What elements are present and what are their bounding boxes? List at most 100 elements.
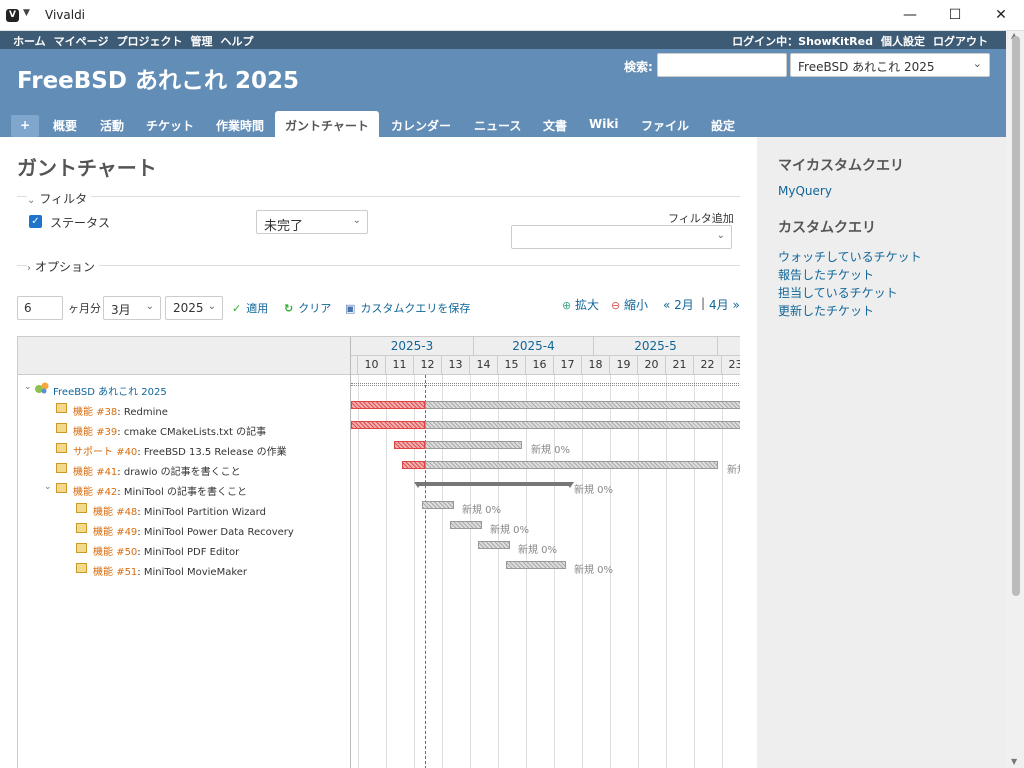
close-button[interactable]: ✕ [986, 4, 1016, 26]
gantt-month-header[interactable]: 2025-3 [351, 337, 474, 356]
gantt-bar[interactable] [450, 521, 482, 529]
chevron-down-icon: ⌄ [207, 301, 216, 312]
top-menu-home[interactable]: ホーム [13, 35, 46, 48]
add-filter-select[interactable]: ⌄ [511, 225, 732, 249]
tab-new-object[interactable]: + [11, 115, 39, 137]
save-query-button[interactable]: ▣ カスタムクエリを保存 [345, 300, 470, 316]
issue-link[interactable]: 機能 #49 [93, 527, 137, 538]
search-input[interactable] [657, 53, 787, 77]
issue-link[interactable]: 機能 #41 [73, 467, 117, 478]
gantt-bar-late[interactable] [394, 441, 425, 449]
tab-overview[interactable]: 概要 [53, 111, 77, 137]
issue-link[interactable]: サポート #40 [73, 447, 137, 458]
zoom-in-button[interactable]: ⊕ 拡大 [562, 296, 599, 313]
zoom-out-button[interactable]: ⊖ 縮小 [611, 296, 648, 313]
previous-period-link[interactable]: « 2月 [663, 296, 694, 313]
vivaldi-logo-icon[interactable]: V [6, 9, 19, 22]
gantt-week-line [386, 375, 387, 768]
gantt-month-header[interactable]: 2025-4 [474, 337, 594, 356]
next-period-link[interactable]: 4月 » [709, 296, 740, 313]
tab-files[interactable]: ファイル [641, 111, 689, 137]
login-user-link[interactable]: ShowKitRed [798, 35, 873, 48]
page-scrollbar[interactable]: ▲ ▼ [1006, 31, 1024, 768]
chevron-down-icon[interactable]: ⌄ [44, 482, 52, 492]
gantt-week-header-partial [351, 356, 358, 375]
tab-documents[interactable]: 文書 [543, 111, 567, 137]
clear-button[interactable]: ↻ クリア [284, 300, 331, 316]
filter-legend[interactable]: ⌄ フィルタ [27, 190, 92, 207]
issue-subject: : MiniTool Power Data Recovery [137, 527, 294, 538]
top-menu-projects[interactable]: プロジェクト [116, 35, 182, 48]
my-query-link[interactable]: MyQuery [778, 184, 832, 198]
gantt-project-link[interactable]: FreeBSD あれこれ 2025 [53, 383, 167, 398]
status-operator-select[interactable]: 未完了 ⌄ [256, 210, 368, 234]
gantt-bar[interactable] [506, 561, 566, 569]
gantt-parent-marker [566, 482, 574, 488]
period-separator: | [701, 296, 706, 310]
my-account-link[interactable]: 個人設定 [881, 35, 925, 48]
apply-label: 適用 [246, 302, 269, 315]
gantt-issue-row: サポート #40: FreeBSD 13.5 Release の作業 [18, 439, 350, 459]
gantt-subjects-column: ⌄ FreeBSD あれこれ 2025 機能 #38: Redmine 機能 #… [18, 337, 351, 768]
gantt-issue-row: 機能 #51: MiniTool MovieMaker [18, 559, 350, 579]
apply-button[interactable]: ✓ 適用 [232, 300, 268, 316]
tab-news[interactable]: ニュース [474, 111, 521, 137]
scrollbar-thumb[interactable] [1012, 36, 1020, 596]
issue-link[interactable]: 機能 #50 [93, 547, 137, 558]
tab-issues[interactable]: チケット [146, 111, 194, 137]
tab-wiki[interactable]: Wiki [589, 111, 618, 137]
project-jump-select[interactable]: FreeBSD あれこれ 2025 ⌄ [790, 53, 990, 77]
gantt-bar[interactable] [425, 421, 740, 429]
logout-link[interactable]: ログアウト [933, 35, 988, 48]
month-select[interactable]: 3月 ⌄ [103, 296, 161, 320]
top-menu-my-page[interactable]: マイページ [54, 35, 109, 48]
tab-time-entries[interactable]: 作業時間 [216, 111, 264, 137]
top-menu-help[interactable]: ヘルプ [220, 35, 253, 48]
issue-link[interactable]: 機能 #48 [93, 507, 137, 518]
tab-activity[interactable]: 活動 [100, 111, 124, 137]
gantt-bar-late[interactable] [351, 421, 425, 429]
issue-icon [56, 483, 67, 493]
gantt-month-header-partial [718, 337, 740, 356]
top-menu-admin[interactable]: 管理 [190, 35, 212, 48]
gantt-bar[interactable] [422, 501, 454, 509]
scroll-down-icon[interactable]: ▼ [1011, 757, 1017, 766]
issue-link[interactable]: 機能 #38 [73, 407, 117, 418]
maximize-button[interactable]: ☐ [940, 4, 970, 26]
options-legend[interactable]: › オプション [27, 258, 100, 275]
issue-link[interactable]: 機能 #51 [93, 567, 137, 578]
issue-subject: : drawio の記事を書くこと [117, 467, 241, 478]
gantt-week-header: 11 [386, 356, 414, 375]
gantt-bar-late[interactable] [402, 461, 425, 469]
query-link-reported[interactable]: 報告したチケット [778, 266, 874, 283]
tab-gantt[interactable]: ガントチャート [275, 111, 379, 137]
gantt-bar[interactable] [478, 541, 510, 549]
issue-number: #42 [96, 487, 118, 498]
my-queries-heading: マイカスタムクエリ [778, 158, 904, 174]
gantt-bar[interactable] [425, 401, 740, 409]
months-input[interactable]: 6 [17, 296, 63, 320]
minimize-button[interactable]: — [895, 4, 925, 26]
gantt-bar-late[interactable] [351, 401, 425, 409]
status-checkbox[interactable]: ✓ [29, 215, 42, 228]
gantt-bar[interactable] [425, 461, 718, 469]
gantt-week-header: 13 [442, 356, 470, 375]
tab-settings[interactable]: 設定 [711, 111, 735, 137]
issue-link[interactable]: 機能 #42 [73, 487, 117, 498]
chevron-down-icon[interactable]: ⌄ [24, 382, 32, 392]
query-link-updated[interactable]: 更新したチケット [778, 302, 874, 319]
tab-calendar[interactable]: カレンダー [391, 111, 451, 137]
gantt-month-header[interactable]: 2025-5 [594, 337, 718, 356]
gantt-week-header: 16 [526, 356, 554, 375]
month-select-value: 3月 [111, 303, 131, 317]
year-select[interactable]: 2025 ⌄ [165, 296, 223, 320]
gantt-bar[interactable] [425, 441, 522, 449]
menu-caret-icon[interactable]: ▼ [23, 8, 30, 18]
issue-link[interactable]: 機能 #39 [73, 427, 117, 438]
chevron-down-icon: ⌄ [145, 301, 154, 312]
gantt-parent-bar[interactable] [414, 482, 574, 488]
year-select-value: 2025 [173, 301, 204, 315]
status-operator-value: 未完了 [264, 219, 304, 234]
query-link-watched[interactable]: ウォッチしているチケット [778, 248, 922, 265]
query-link-assigned[interactable]: 担当しているチケット [778, 284, 898, 301]
